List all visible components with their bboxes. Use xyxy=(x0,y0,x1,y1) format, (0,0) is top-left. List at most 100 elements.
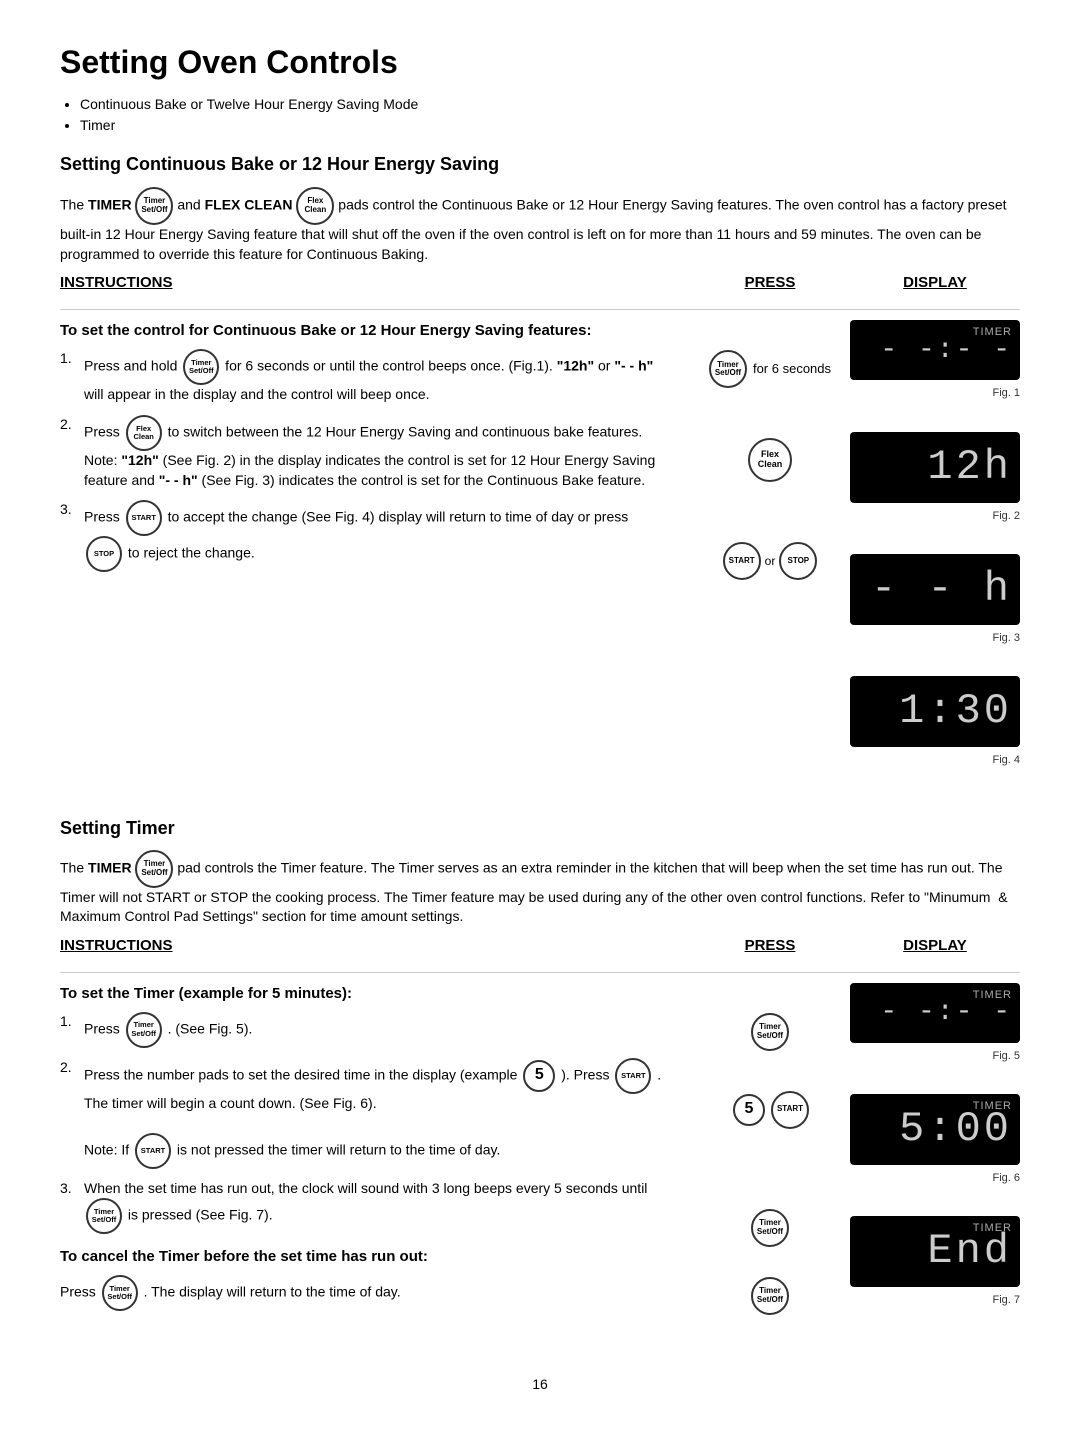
fig6-sub: TIMER xyxy=(973,1099,1012,1114)
section1-step2: 2. Press FlexClean to switch between the… xyxy=(60,415,670,490)
fig5-sub: TIMER xyxy=(973,988,1012,1003)
s2-step2-body: Press the number pads to set the desired… xyxy=(84,1058,670,1169)
s2-press1: Timer Set/Off xyxy=(690,1013,850,1051)
start-btn-s3: START xyxy=(126,500,162,536)
fig6-screen: TIMER 5:00 xyxy=(850,1094,1020,1165)
flex-clean-btn-s2: FlexClean xyxy=(126,415,162,451)
s2-step1-num: 1. xyxy=(60,1012,76,1048)
section2-heading: Setting Timer xyxy=(60,816,1020,841)
timer-button-intro: Timer Set/Off xyxy=(135,187,173,225)
instructions-header: INSTRUCTIONS xyxy=(60,272,690,293)
start-btn-s2s2: START xyxy=(615,1058,651,1094)
fig1-label: Fig. 1 xyxy=(850,386,1020,401)
section1-col-headers: INSTRUCTIONS PRESS DISPLAY xyxy=(60,272,1020,310)
fig1-wrapper: TIMER - -:- - Fig. 1 xyxy=(850,320,1020,401)
step1-body: Press and hold TimerSet/Off for 6 second… xyxy=(84,349,670,405)
s2-press2: 5 START xyxy=(690,1091,850,1129)
section2-col-headers: INSTRUCTIONS PRESS DISPLAY xyxy=(60,935,1020,973)
section2-display-col: TIMER - -:- - Fig. 5 TIMER 5:00 Fig. 6 T… xyxy=(850,983,1020,1345)
cancel-step: Press Timer Set/Off . The display will r… xyxy=(60,1275,670,1311)
fig1-screen: TIMER - -:- - xyxy=(850,320,1020,380)
fig3-screen: - - h xyxy=(850,554,1020,625)
s2-instructions-header: INSTRUCTIONS xyxy=(60,935,690,956)
section1-intro: The TIMER Timer Set/Off and FLEX CLEAN F… xyxy=(60,187,1020,264)
timer-press-s2p1: Timer Set/Off xyxy=(751,1013,789,1051)
fig7-label: Fig. 7 xyxy=(850,1293,1020,1308)
s2-step1: 1. Press Timer Set/Off . (See Fig. 5). xyxy=(60,1012,670,1048)
section2-content: To set the Timer (example for 5 minutes)… xyxy=(60,983,1020,1345)
section1-content: To set the control for Continuous Bake o… xyxy=(60,320,1020,798)
s2-press3: Timer Set/Off xyxy=(690,1209,850,1247)
stop-btn-s3: STOP xyxy=(86,536,122,572)
section2-subheading: To set the Timer (example for 5 minutes)… xyxy=(60,983,670,1004)
fig5-wrapper: TIMER - -:- - Fig. 5 xyxy=(850,983,1020,1064)
press1-label: for 6 seconds xyxy=(753,360,831,378)
section1-instructions: To set the control for Continuous Bake o… xyxy=(60,320,690,798)
timer-btn-cancel: Timer Set/Off xyxy=(102,1275,138,1311)
fig7-wrapper: TIMER End Fig. 7 xyxy=(850,1216,1020,1308)
section2-instructions: To set the Timer (example for 5 minutes)… xyxy=(60,983,690,1345)
s2-step3-num: 3. xyxy=(60,1179,76,1235)
bullet-list: Continuous Bake or Twelve Hour Energy Sa… xyxy=(80,95,1020,136)
stop-press-btn3: STOP xyxy=(779,542,817,580)
press1-content: Timer Set/Off for 6 seconds xyxy=(709,350,831,388)
fig4-label: Fig. 4 xyxy=(850,753,1020,768)
flex-clean-button-intro: Flex Clean xyxy=(296,187,334,225)
fig2-text: 12h xyxy=(927,438,1012,497)
fig4-text: 1:30 xyxy=(899,682,1012,741)
s2-display-header: DISPLAY xyxy=(850,935,1020,956)
start-press-s2p2: START xyxy=(771,1091,809,1129)
cancel-body: Press Timer Set/Off . The display will r… xyxy=(60,1275,670,1311)
section2-intro: The TIMER Timer Set/Off pad controls the… xyxy=(60,850,1020,927)
num-5-btn: 5 xyxy=(523,1060,555,1092)
step2-num: 2. xyxy=(60,415,76,490)
display-header: DISPLAY xyxy=(850,272,1020,293)
section1-subheading: To set the control for Continuous Bake o… xyxy=(60,320,670,341)
fig2-wrapper: 12h Fig. 2 xyxy=(850,432,1020,524)
fig3-text: - - h xyxy=(871,560,1012,619)
fig2-screen: 12h xyxy=(850,432,1020,503)
press-header: PRESS xyxy=(690,272,850,293)
bullet-item-1: Continuous Bake or Twelve Hour Energy Sa… xyxy=(80,95,1020,115)
timer-btn-s2s3: Timer Set/Off xyxy=(86,1198,122,1234)
timer-press-s2p3: Timer Set/Off xyxy=(751,1209,789,1247)
s2-step3-body: When the set time has run out, the clock… xyxy=(84,1179,670,1235)
fig6-label: Fig. 6 xyxy=(850,1171,1020,1186)
press3-content: START or STOP xyxy=(723,542,818,580)
step3-num: 3. xyxy=(60,500,76,572)
fig3-label: Fig. 3 xyxy=(850,631,1020,646)
page-title: Setting Oven Controls xyxy=(60,40,1020,85)
s2-step2: 2. Press the number pads to set the desi… xyxy=(60,1058,670,1169)
section1-step1: 1. Press and hold TimerSet/Off for 6 sec… xyxy=(60,349,670,405)
or-text: or xyxy=(765,553,776,570)
s2-step3: 3. When the set time has run out, the cl… xyxy=(60,1179,670,1235)
s2-press-header: PRESS xyxy=(690,935,850,956)
section1-press-col: Timer Set/Off for 6 seconds Flex Clean S… xyxy=(690,320,850,798)
fig1-sub: TIMER xyxy=(973,325,1012,340)
section1-step3: 3. Press START to accept the change (See… xyxy=(60,500,670,572)
timer-press-s2cancel: Timer Set/Off xyxy=(751,1277,789,1315)
fig7-sub: TIMER xyxy=(973,1221,1012,1236)
num5-press: 5 xyxy=(733,1094,765,1126)
step2-body: Press FlexClean to switch between the 12… xyxy=(84,415,670,490)
fig7-screen: TIMER End xyxy=(850,1216,1020,1287)
fig6-wrapper: TIMER 5:00 Fig. 6 xyxy=(850,1094,1020,1186)
flex-clean-press-btn2: Flex Clean xyxy=(748,438,792,482)
s2-press2-content: 5 START xyxy=(731,1091,809,1129)
section1-press1: Timer Set/Off for 6 seconds xyxy=(690,350,850,388)
fig5-label: Fig. 5 xyxy=(850,1049,1020,1064)
timer-btn-s2s1: Timer Set/Off xyxy=(126,1012,162,1048)
section1-press2: Flex Clean xyxy=(690,438,850,482)
fig2-label: Fig. 2 xyxy=(850,509,1020,524)
s2-step1-body: Press Timer Set/Off . (See Fig. 5). xyxy=(84,1012,670,1048)
start-btn-s2-note: START xyxy=(135,1133,171,1169)
fig3-wrapper: - - h Fig. 3 xyxy=(850,554,1020,646)
timer-btn-s2intro: Timer Set/Off xyxy=(135,850,173,888)
page-number: 16 xyxy=(60,1375,1020,1395)
s2-step2-num: 2. xyxy=(60,1058,76,1169)
fig4-screen: 1:30 xyxy=(850,676,1020,747)
fig5-screen: TIMER - -:- - xyxy=(850,983,1020,1043)
timer-press-btn1: Timer Set/Off xyxy=(709,350,747,388)
step1-num: 1. xyxy=(60,349,76,405)
step3-body: Press START to accept the change (See Fi… xyxy=(84,500,670,572)
